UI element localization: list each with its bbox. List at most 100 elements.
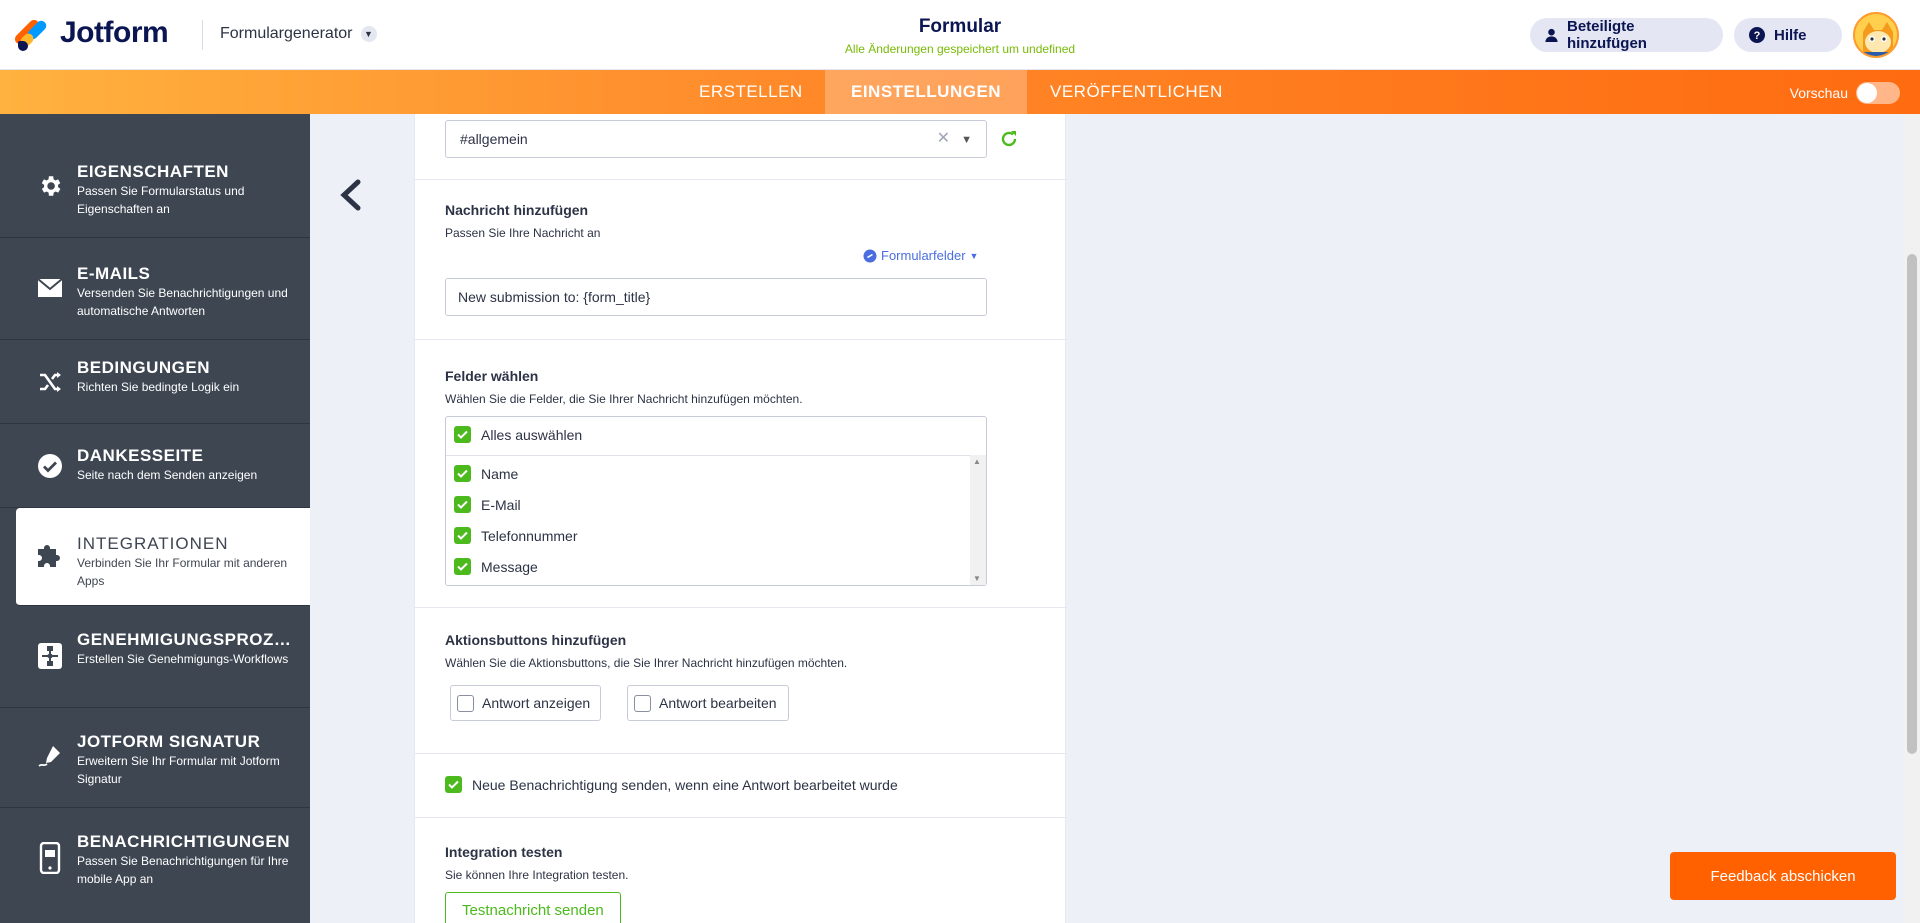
mobile-icon — [36, 842, 64, 874]
sidebar-item-subtitle: Passen Sie Benachrichtigungen für Ihre m… — [77, 854, 289, 886]
clear-icon[interactable]: ✕ — [937, 121, 950, 157]
message-input[interactable]: New submission to: {form_title} — [445, 278, 987, 316]
list-item[interactable]: Message — [454, 558, 538, 575]
checkbox[interactable] — [457, 694, 474, 712]
help-label: Hilfe — [1774, 26, 1807, 44]
integration-settings-panel: #allgemein ✕ ▼ Nachricht hinzufügen Pass… — [414, 114, 1067, 923]
mail-icon — [36, 274, 64, 302]
sidebar-item-notifications[interactable]: BENACHRICHTIGUNGEN Passen Sie Benachrich… — [0, 808, 310, 923]
tab-publish[interactable]: VERÖFFENTLICHEN — [1050, 70, 1223, 114]
check-circle-icon — [36, 452, 64, 480]
test-heading: Integration testen — [445, 844, 563, 860]
checkmark-icon — [454, 496, 471, 513]
checkmark-icon — [454, 558, 471, 575]
field-label: E-Mail — [481, 496, 521, 513]
list-item[interactable]: Name — [454, 465, 518, 482]
tab-create[interactable]: ERSTELLEN — [699, 70, 803, 114]
sidebar-item-thank-you-page[interactable]: DANKESSEITE Seite nach dem Senden anzeig… — [0, 424, 310, 508]
page-scrollbar[interactable] — [1904, 114, 1920, 923]
sidebar-item-emails[interactable]: E-MAILS Versenden Sie Benachrichtigungen… — [0, 238, 310, 340]
sidebar-item-conditions[interactable]: BEDINGUNGEN Richten Sie bedingte Logik e… — [0, 340, 310, 424]
puzzle-icon — [36, 542, 64, 570]
field-label: Message — [481, 558, 538, 575]
sidebar-item-subtitle: Versenden Sie Benachrichtigungen und aut… — [77, 286, 288, 318]
sidebar-item-subtitle: Passen Sie Formularstatus und Eigenschaf… — [77, 184, 245, 216]
option-label: Antwort bearbeiten — [659, 695, 777, 711]
main-nav: ERSTELLEN EINSTELLUNGEN VERÖFFENTLICHEN … — [0, 70, 1920, 114]
sidebar-item-title: JOTFORM SIGNATUR — [77, 732, 261, 751]
field-label: Name — [481, 465, 519, 482]
gear-icon — [36, 172, 64, 200]
action-buttons-section: Aktionsbuttons hinzufügen Wählen Sie die… — [415, 608, 1067, 754]
fields-scrollbar[interactable]: ▲ ▼ — [970, 455, 986, 585]
svg-text:?: ? — [1754, 30, 1761, 42]
edit-submission-option[interactable]: Antwort bearbeiten — [627, 685, 789, 721]
resend-section: Neue Benachrichtigung senden, wenn eine … — [415, 754, 1067, 818]
channel-section: #allgemein ✕ ▼ — [415, 114, 1067, 180]
option-label: Antwort anzeigen — [482, 695, 591, 711]
feedback-button[interactable]: Feedback abschicken — [1670, 852, 1896, 900]
preview-toggle[interactable] — [1856, 82, 1900, 104]
select-all-checkbox[interactable]: Alles auswählen — [454, 426, 582, 443]
fields-heading: Felder wählen — [445, 368, 539, 384]
fields-list: Alles auswählen ▲ ▼ Name E-Mail Telefonn… — [445, 416, 987, 586]
checkmark-icon — [454, 426, 471, 443]
sidebar-item-integrations[interactable]: INTEGRATIONEN Verbinden Sie Ihr Formular… — [16, 508, 310, 606]
channel-value: #allgemein — [460, 131, 528, 147]
sidebar-item-title: GENEHMIGUNGSPROZES... — [77, 630, 302, 649]
chevron-down-icon: ▼ — [969, 250, 979, 261]
sidebar-item-subtitle: Richten Sie bedingte Logik ein — [77, 380, 240, 394]
sidebar-item-title: BEDINGUNGEN — [77, 358, 211, 377]
message-section: Nachricht hinzufügen Passen Sie Ihre Nac… — [415, 180, 1067, 340]
sidebar-item-properties[interactable]: EIGENSCHAFTEN Passen Sie Formularstatus … — [0, 114, 310, 238]
invite-collaborators-button[interactable]: Beteiligte hinzufügen — [1530, 18, 1723, 52]
help-icon: ? — [1749, 27, 1765, 43]
refresh-icon[interactable] — [999, 129, 1019, 149]
message-heading: Nachricht hinzufügen — [445, 202, 589, 218]
checkmark-icon — [454, 527, 471, 544]
user-icon — [1545, 28, 1558, 43]
sidebar-item-subtitle: Erweitern Sie Ihr Formular mit Jotform S… — [77, 754, 280, 786]
scroll-up-icon[interactable]: ▲ — [973, 457, 981, 466]
scrollbar-thumb[interactable] — [1907, 254, 1917, 754]
link-icon — [863, 249, 877, 262]
settings-sidebar: EIGENSCHAFTEN Passen Sie Formularstatus … — [0, 114, 310, 923]
send-test-message-button[interactable]: Testnachricht senden — [445, 892, 621, 923]
signature-pen-icon — [36, 742, 64, 770]
sidebar-item-approval-flows[interactable]: GENEHMIGUNGSPROZES... Erstellen Sie Gene… — [0, 606, 310, 708]
actions-heading: Aktionsbuttons hinzufügen — [445, 632, 627, 648]
chevron-down-icon[interactable]: ▼ — [961, 122, 972, 158]
invite-label: Beteiligte hinzufügen — [1566, 18, 1647, 52]
avatar[interactable] — [1853, 12, 1899, 58]
form-fields-label: Formularfelder — [881, 248, 966, 263]
sidebar-item-subtitle: Seite nach dem Senden anzeigen — [77, 468, 258, 482]
checkbox[interactable] — [634, 694, 651, 712]
sidebar-item-title: DANKESSEITE — [77, 446, 204, 465]
actions-description: Wählen Sie die Aktionsbuttons, die Sie I… — [445, 656, 848, 670]
scroll-down-icon[interactable]: ▼ — [973, 574, 981, 583]
checkmark-icon — [445, 776, 462, 793]
field-label: Telefonnummer — [481, 527, 578, 544]
form-fields-dropdown[interactable]: Formularfelder ▼ — [863, 248, 978, 263]
sidebar-item-jotform-sign[interactable]: JOTFORM SIGNATUR Erweitern Sie Ihr Formu… — [0, 708, 310, 808]
preview-label: Vorschau — [1789, 85, 1848, 101]
sidebar-item-title: BENACHRICHTIGUNGEN — [77, 832, 290, 851]
shuffle-icon — [36, 368, 64, 396]
channel-select[interactable]: #allgemein ✕ ▼ — [445, 120, 987, 158]
back-arrow-icon[interactable] — [336, 178, 366, 212]
sidebar-item-title: INTEGRATIONEN — [77, 534, 229, 553]
show-submission-option[interactable]: Antwort anzeigen — [450, 685, 601, 721]
top-header: Jotform Formulargenerator ▼ Formular All… — [0, 0, 1920, 70]
fields-description: Wählen Sie die Felder, die Sie Ihrer Nac… — [445, 392, 803, 406]
list-item[interactable]: E-Mail — [454, 496, 521, 513]
tab-settings[interactable]: EINSTELLUNGEN — [825, 70, 1028, 114]
fields-section: Felder wählen Wählen Sie die Felder, die… — [415, 340, 1067, 608]
list-divider — [446, 455, 986, 456]
help-button[interactable]: ? Hilfe — [1734, 18, 1842, 52]
resend-label: Neue Benachrichtigung senden, wenn eine … — [472, 776, 898, 793]
resend-on-edit-checkbox[interactable]: Neue Benachrichtigung senden, wenn eine … — [445, 776, 898, 793]
test-section: Integration testen Sie können Ihre Integ… — [415, 818, 1067, 923]
list-item[interactable]: Telefonnummer — [454, 527, 578, 544]
sidebar-item-title: E-MAILS — [77, 264, 151, 283]
preview-toggle-group: Vorschau — [1790, 82, 1900, 104]
